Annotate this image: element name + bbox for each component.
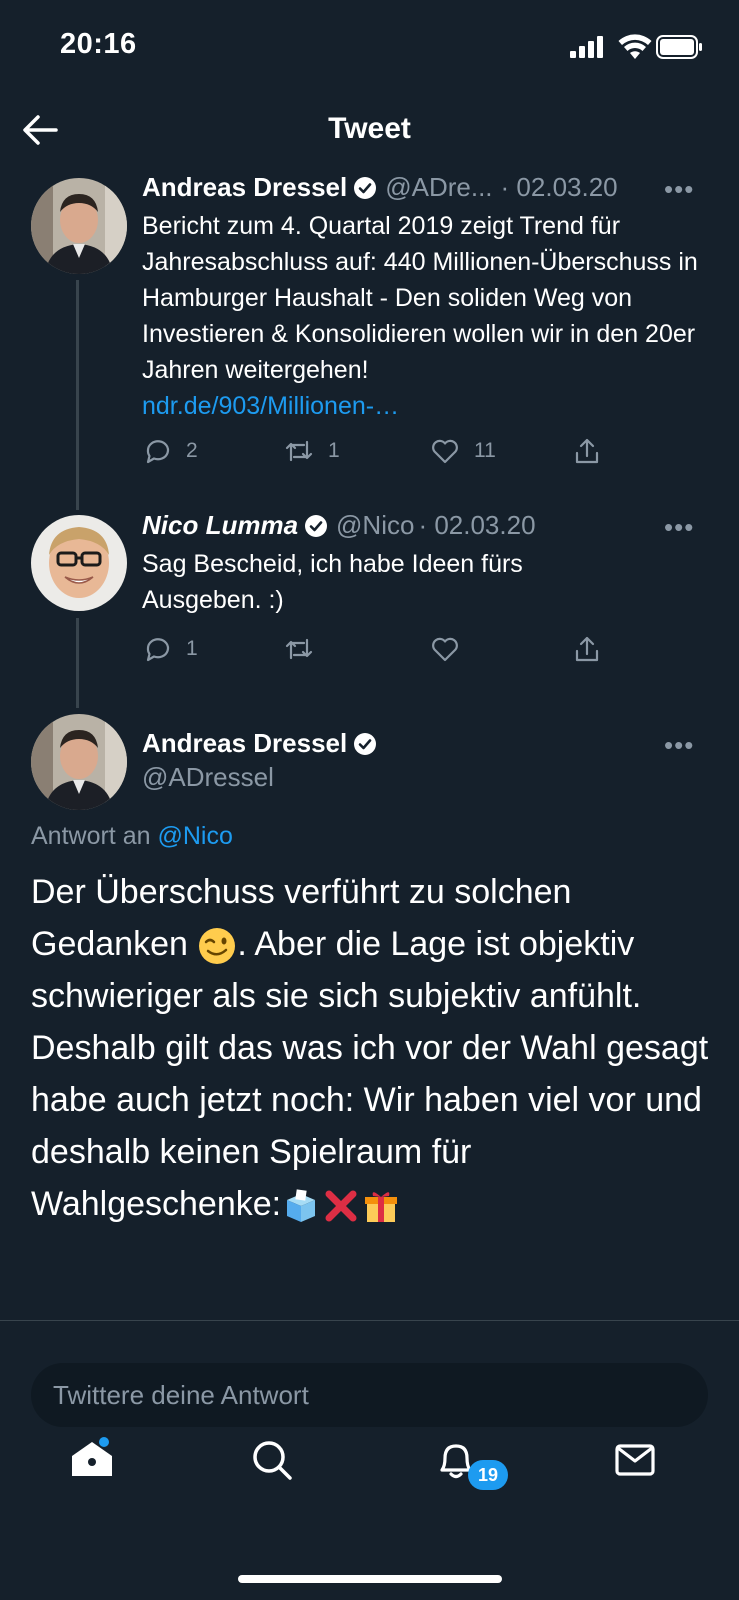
like-action[interactable]: 11	[430, 436, 496, 466]
tweet-header: Nico Lumma @Nico · 02.03.20	[142, 510, 702, 541]
reply-icon	[146, 440, 170, 464]
reply-to-label: Antwort an	[31, 822, 151, 850]
like-action[interactable]	[430, 634, 474, 664]
more-options-icon[interactable]: •••	[664, 174, 694, 205]
verified-badge-icon	[305, 514, 328, 537]
share-icon	[575, 438, 599, 464]
verified-badge-icon	[354, 176, 377, 199]
page-title: Tweet	[328, 112, 411, 145]
retweet-action[interactable]: 1	[284, 436, 340, 466]
tweet-date: · 02.03.20	[500, 172, 618, 202]
tab-messages[interactable]	[611, 1436, 659, 1489]
retweet-icon	[285, 638, 313, 660]
tab-home[interactable]	[68, 1436, 116, 1489]
status-time: 20:16	[60, 28, 137, 60]
share-action[interactable]	[572, 436, 616, 466]
retweet-count: 1	[328, 439, 340, 462]
like-count: 11	[474, 439, 496, 462]
reply-input[interactable]: Twittere deine Antwort	[31, 1363, 708, 1427]
tweet-text: Bericht zum 4. Quartal 2019 zeigt Trend …	[142, 208, 702, 424]
retweet-icon	[285, 440, 313, 462]
wifi-icon	[618, 34, 652, 59]
share-icon	[575, 636, 599, 662]
winking-face-emoji-icon	[199, 928, 236, 965]
avatar-photo	[31, 515, 127, 611]
avatar-photo	[31, 714, 127, 810]
divider	[0, 1320, 739, 1321]
author-handle: @ADre...	[385, 172, 493, 202]
mail-icon	[615, 1444, 655, 1476]
thread-connector-line	[76, 280, 79, 510]
avatar-andreas-dressel[interactable]	[31, 714, 127, 810]
gift-emoji-icon	[365, 1192, 398, 1223]
more-options-icon[interactable]: •••	[664, 730, 694, 761]
author-name[interactable]: Andreas Dressel	[142, 172, 347, 203]
verified-badge-icon	[354, 732, 377, 755]
tweet-date: · 02.03.20	[418, 510, 536, 540]
thread-connector-line	[76, 618, 79, 708]
author-handle: @ADressel	[142, 762, 274, 792]
home-icon	[72, 1437, 112, 1476]
avatar-andreas-dressel[interactable]	[31, 178, 127, 274]
reply-icon	[146, 638, 170, 662]
main-text-part2: . Aber die Lage ist objektiv schwieriger…	[31, 925, 709, 1223]
tweet-text: Sag Bescheid, ich habe Ideen fürs Ausgeb…	[142, 550, 523, 614]
reply-to-line: Antwort an @Nico	[31, 822, 233, 851]
tweet-header: Andreas Dressel @ADre... · 02.03.20	[142, 172, 702, 203]
author-name[interactable]: Andreas Dressel	[142, 728, 347, 759]
cross-mark-emoji-icon	[325, 1190, 357, 1222]
search-icon	[253, 1441, 292, 1480]
reply-to-handle[interactable]: @Nico	[157, 822, 232, 850]
reply-action[interactable]: 2	[142, 436, 198, 466]
more-options-icon[interactable]: •••	[664, 512, 694, 543]
battery-icon	[656, 35, 702, 59]
reply-count: 1	[186, 637, 198, 660]
main-tweet-text: Der Überschuss verführt zu solchen Gedan…	[31, 866, 711, 1230]
tab-search[interactable]	[248, 1436, 296, 1489]
avatar-nico-lumma[interactable]	[31, 515, 127, 611]
heart-icon	[432, 439, 458, 464]
home-indicator[interactable]	[238, 1575, 502, 1583]
share-action[interactable]	[572, 634, 616, 664]
author-handle: @Nico	[336, 510, 415, 540]
tweet-link[interactable]: ndr.de/903/Millionen-…	[142, 392, 399, 420]
notifications-badge: 19	[468, 1460, 508, 1490]
avatar-photo	[31, 178, 127, 274]
reply-action[interactable]: 1	[142, 634, 198, 664]
reply-count: 2	[186, 439, 198, 462]
retweet-action[interactable]	[284, 634, 328, 664]
author-name[interactable]: Nico Lumma	[142, 510, 298, 541]
heart-icon	[432, 637, 458, 662]
tweet-body: Bericht zum 4. Quartal 2019 zeigt Trend …	[142, 212, 698, 384]
main-tweet-header: Andreas Dressel	[142, 728, 385, 759]
cellular-signal-icon	[570, 36, 603, 58]
ballot-box-emoji-icon	[287, 1189, 316, 1223]
